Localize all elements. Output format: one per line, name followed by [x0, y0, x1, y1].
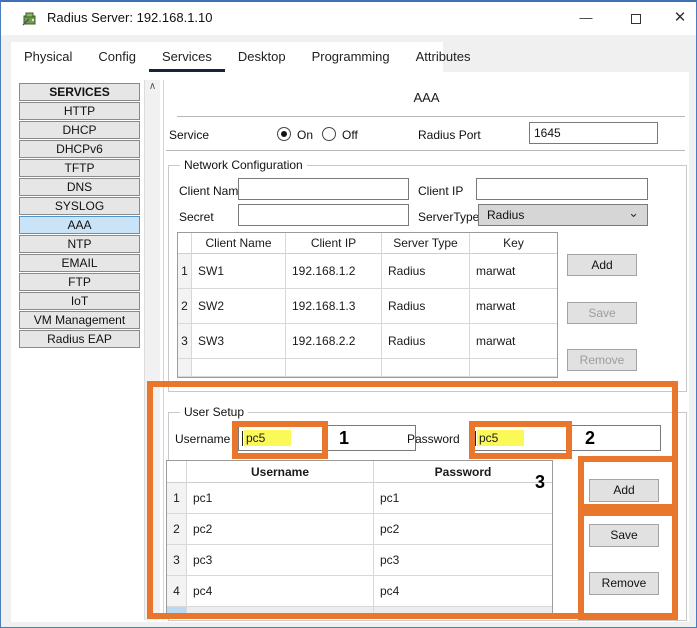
service-off-radio[interactable] — [322, 127, 336, 141]
annotation-box-add — [578, 456, 678, 510]
maximize-icon[interactable] — [619, 4, 653, 32]
scroll-up-icon[interactable]: ∧ — [145, 80, 160, 94]
services-sidebar: SERVICES HTTP DHCP DHCPv6 TFTP DNS SYSLOG AAA NT… — [19, 83, 140, 349]
divider — [177, 116, 685, 117]
annotation-box-save-remove — [578, 510, 678, 620]
server-type-cell[interactable]: Radius — [382, 289, 470, 324]
annotation-box-password — [469, 421, 572, 459]
annotation-label-2: 2 — [585, 428, 596, 448]
client-ip-cell[interactable]: 192.168.2.2 — [286, 324, 382, 359]
divider — [166, 150, 685, 151]
tab-attributes[interactable]: Attributes — [403, 42, 484, 73]
sidebar-item-ntp[interactable]: NTP — [19, 235, 140, 253]
sidebar-item-services[interactable]: SERVICES — [19, 83, 140, 101]
empty-cell — [382, 359, 470, 377]
client-name-label: Client Name — [179, 184, 246, 198]
sidebar-item-dns[interactable]: DNS — [19, 178, 140, 196]
sidebar-item-http[interactable]: HTTP — [19, 102, 140, 120]
network-configuration-title: Network Configuration — [180, 158, 307, 172]
secret-input[interactable] — [238, 204, 409, 226]
table-row-number: 1 — [178, 254, 192, 289]
sidebar-item-email[interactable]: EMAIL — [19, 254, 140, 272]
table-row-number: 2 — [178, 289, 192, 324]
empty-cell — [192, 359, 286, 377]
sidebar-item-vm-management[interactable]: VM Management — [19, 311, 140, 329]
sidebar-item-dhcp[interactable]: DHCP — [19, 121, 140, 139]
annotation-label-1: 1 — [339, 428, 350, 448]
tab-programming[interactable]: Programming — [299, 42, 403, 73]
radius-port-input[interactable] — [529, 122, 658, 144]
clients-add-button[interactable]: Add — [567, 254, 637, 276]
clients-table-header: Key — [470, 233, 557, 254]
service-off-label: Off — [342, 128, 358, 142]
radius-server-window: Radius Server: 192.168.1.10 — ✕ Physical… — [0, 0, 697, 628]
sidebar-item-radius-eap[interactable]: Radius EAP — [19, 330, 140, 348]
client-name-input[interactable] — [238, 178, 409, 200]
tab-desktop[interactable]: Desktop — [225, 42, 299, 73]
clients-table-corner — [178, 233, 192, 254]
client-ip-cell[interactable]: 192.168.1.3 — [286, 289, 382, 324]
empty-cell — [470, 359, 557, 377]
sidebar-item-tftp[interactable]: TFTP — [19, 159, 140, 177]
key-cell[interactable]: marwat — [470, 289, 557, 324]
client-name-cell[interactable]: SW1 — [192, 254, 286, 289]
radius-port-label: Radius Port — [418, 128, 481, 142]
clients-save-button[interactable]: Save — [567, 302, 637, 324]
table-row-number: 3 — [178, 324, 192, 359]
sidebar-item-aaa[interactable]: AAA — [19, 216, 140, 234]
sidebar-item-dhcpv6[interactable]: DHCPv6 — [19, 140, 140, 158]
annotation-box-username — [232, 421, 328, 459]
tab-config[interactable]: Config — [85, 42, 149, 73]
sidebar-item-syslog[interactable]: SYSLOG — [19, 197, 140, 215]
page-title: AAA — [413, 90, 440, 105]
window-title: Radius Server: 192.168.1.10 — [47, 10, 213, 25]
client-ip-cell[interactable]: 192.168.1.2 — [286, 254, 382, 289]
tab-bar: Physical Config Services Desktop Programming… — [11, 42, 471, 73]
clients-table-header: Client Name — [192, 233, 286, 254]
clients-table-header: Client IP — [286, 233, 382, 254]
server-type-value: Radius — [487, 208, 525, 222]
service-on-label: On — [297, 128, 314, 142]
clients-table: Client Name Client IP Server Type Key 1 SW1 19… — [177, 232, 558, 378]
chevron-down-icon: ⌄ — [628, 205, 639, 220]
client-ip-label: Client IP — [418, 184, 464, 198]
server-type-label: ServerType — [418, 210, 480, 224]
server-type-cell[interactable]: Radius — [382, 254, 470, 289]
service-on-radio[interactable] — [277, 127, 291, 141]
tab-services[interactable]: Services — [149, 42, 225, 73]
server-type-select[interactable]: Radius ⌄ — [478, 204, 648, 226]
sidebar-item-iot[interactable]: IoT — [19, 292, 140, 310]
minimize-icon[interactable]: — — [569, 4, 603, 32]
server-type-cell[interactable]: Radius — [382, 324, 470, 359]
secret-label: Secret — [179, 210, 214, 224]
sidebar-item-ftp[interactable]: FTP — [19, 273, 140, 291]
key-cell[interactable]: marwat — [470, 254, 557, 289]
client-name-cell[interactable]: SW3 — [192, 324, 286, 359]
tab-physical[interactable]: Physical — [11, 42, 85, 73]
key-cell[interactable]: marwat — [470, 324, 557, 359]
close-icon[interactable]: ✕ — [663, 4, 696, 32]
annotation-label-3: 3 — [535, 472, 546, 492]
client-name-cell[interactable]: SW2 — [192, 289, 286, 324]
clients-table-header: Server Type — [382, 233, 470, 254]
client-ip-input[interactable] — [476, 178, 648, 200]
empty-cell — [286, 359, 382, 377]
service-label: Service — [169, 128, 210, 142]
clients-remove-button[interactable]: Remove — [567, 349, 637, 371]
title-bar: Radius Server: 192.168.1.10 — ✕ — [1, 2, 696, 35]
app-icon — [22, 12, 36, 26]
table-row-number — [178, 359, 192, 377]
